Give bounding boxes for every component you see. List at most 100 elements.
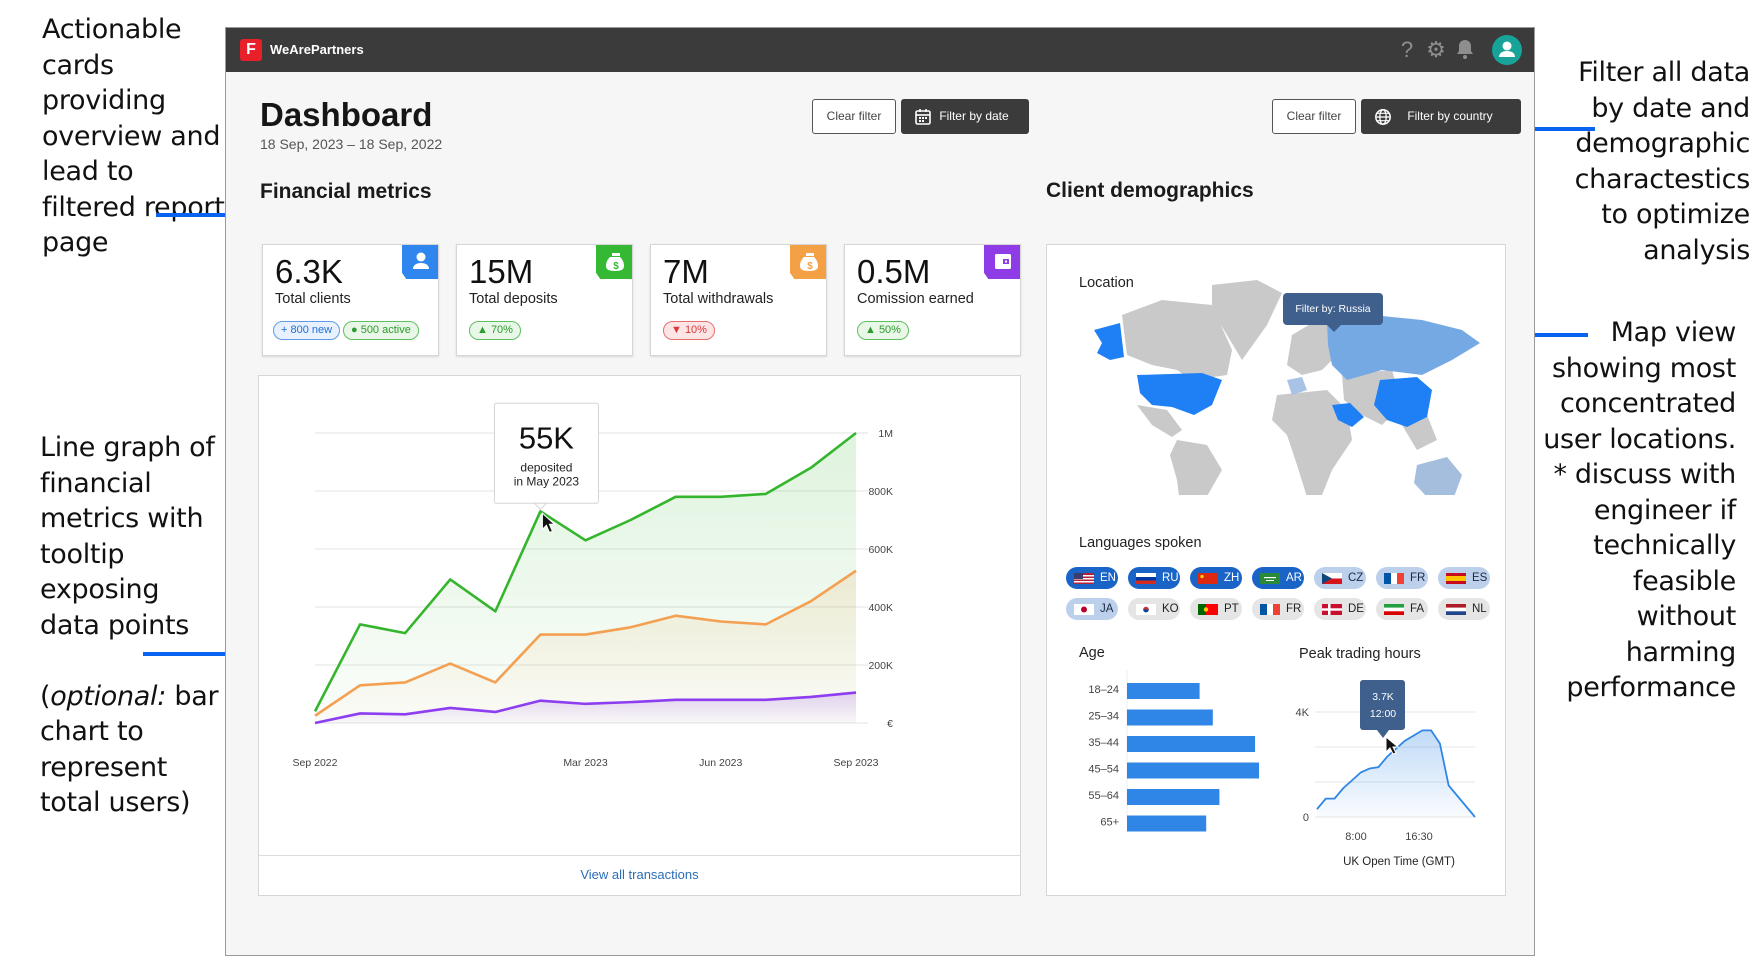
card-value: 6.3K bbox=[275, 253, 343, 290]
language-chip-cz[interactable]: CZ bbox=[1314, 567, 1366, 589]
tooltip-pointer bbox=[533, 502, 548, 511]
language-code: EN bbox=[1100, 572, 1116, 584]
brand-name: WeArePartners bbox=[270, 42, 364, 57]
data-point bbox=[445, 574, 455, 584]
data-point bbox=[851, 688, 861, 698]
tooltip-value: 55K bbox=[519, 420, 574, 455]
language-chip-fr[interactable]: FR bbox=[1252, 598, 1304, 620]
age-bar-35–44 bbox=[1127, 736, 1256, 752]
clear-date-filter-button[interactable]: Clear filter bbox=[812, 99, 896, 134]
age-category-label: 35–44 bbox=[1088, 737, 1119, 749]
data-point bbox=[806, 463, 816, 473]
flag-cz-icon bbox=[1322, 573, 1342, 584]
y-tick-label: 400K bbox=[868, 602, 893, 614]
flag-es-icon bbox=[1446, 573, 1466, 584]
language-chip-en[interactable]: EN bbox=[1066, 567, 1118, 589]
help-icon[interactable]: ? bbox=[1396, 38, 1418, 62]
data-point bbox=[400, 628, 410, 638]
world-map[interactable] bbox=[1082, 265, 1482, 495]
language-chip-de[interactable]: DE bbox=[1314, 598, 1366, 620]
language-code: NL bbox=[1472, 603, 1487, 615]
user-avatar[interactable] bbox=[1492, 35, 1522, 65]
clear-country-filter-button[interactable]: Clear filter bbox=[1272, 99, 1356, 134]
globe-icon bbox=[1375, 109, 1391, 125]
page-title: Dashboard bbox=[260, 96, 433, 133]
financial-line-chart[interactable]: €200K 400K 600K 800K 1M Sep 2022 Mar 2023 Jun 2… bbox=[259, 376, 1022, 856]
age-category-label: 25–34 bbox=[1088, 711, 1119, 723]
card-total-withdrawals[interactable]: 7M Total withdrawals $ ▼ 10% bbox=[650, 244, 827, 356]
data-point bbox=[626, 515, 636, 525]
language-chip-ko[interactable]: KO bbox=[1128, 598, 1180, 620]
data-point bbox=[761, 695, 771, 705]
gear-icon[interactable]: ⚙ bbox=[1425, 38, 1447, 62]
card-label: Comission earned bbox=[857, 291, 974, 307]
card-total-deposits[interactable]: 15M Total deposits $ ▲ 70% bbox=[456, 244, 633, 356]
data-point bbox=[806, 692, 816, 702]
card-label: Total clients bbox=[275, 291, 351, 307]
x-tick-label: Jun 2023 bbox=[699, 757, 742, 769]
card-value: 7M bbox=[663, 253, 709, 290]
flag-ko-icon bbox=[1136, 604, 1156, 615]
deposits-change-badge: ▲ 70% bbox=[469, 321, 521, 340]
language-chip-ja[interactable]: JA bbox=[1066, 598, 1118, 620]
language-code: RU bbox=[1162, 572, 1179, 584]
language-chip-es[interactable]: ES bbox=[1438, 567, 1490, 589]
app-window: F WeArePartners ? ⚙ Dashboard 18 Sep, 20… bbox=[225, 27, 1535, 956]
age-bar-45–54 bbox=[1127, 762, 1259, 779]
svg-text:$: $ bbox=[807, 261, 813, 272]
data-point bbox=[445, 659, 455, 669]
age-label: Age bbox=[1079, 645, 1105, 661]
language-chip-pt[interactable]: PT bbox=[1190, 598, 1242, 620]
filter-by-date-button[interactable]: Filter by date bbox=[901, 99, 1029, 134]
new-clients-badge[interactable]: + 800 new bbox=[273, 321, 341, 340]
data-point bbox=[761, 619, 771, 629]
card-commission-earned[interactable]: 0.5M Comission earned ▲ 50% bbox=[844, 244, 1021, 356]
top-bar: F WeArePartners ? ⚙ bbox=[226, 28, 1534, 72]
language-code: AR bbox=[1286, 572, 1302, 584]
data-point bbox=[851, 428, 861, 438]
x-tick-label: Sep 2022 bbox=[293, 757, 338, 769]
language-chip-ru[interactable]: RU bbox=[1128, 567, 1180, 589]
data-point bbox=[671, 695, 681, 705]
flag-zh-icon bbox=[1198, 573, 1218, 584]
language-chip-nl[interactable]: NL bbox=[1438, 598, 1490, 620]
brand-logo[interactable]: F bbox=[240, 39, 262, 61]
language-code: FA bbox=[1410, 603, 1425, 615]
card-label: Total deposits bbox=[469, 291, 558, 307]
data-point bbox=[400, 709, 410, 719]
filter-by-country-button[interactable]: Filter by country bbox=[1361, 99, 1521, 134]
flag-en-icon bbox=[1074, 573, 1094, 584]
data-point bbox=[535, 630, 545, 640]
view-all-transactions-link[interactable]: View all transactions bbox=[259, 855, 1020, 895]
data-point bbox=[671, 611, 681, 621]
annotation-chart-line1: Line graph of financial metrics with too… bbox=[40, 432, 215, 641]
language-chip-ar[interactable]: AR bbox=[1252, 567, 1304, 589]
svg-text:$: $ bbox=[613, 261, 619, 272]
language-chip-zh[interactable]: ZH bbox=[1190, 567, 1242, 589]
data-point bbox=[716, 492, 726, 502]
tooltip-line1: deposited bbox=[520, 460, 572, 474]
annotation-map: Map view showing most concentrated user … bbox=[1543, 317, 1736, 703]
flag-nl-icon bbox=[1446, 604, 1466, 615]
language-chip-fr[interactable]: FR bbox=[1376, 567, 1428, 589]
map-alaska bbox=[1094, 323, 1124, 360]
client-demographics-heading: Client demographics bbox=[1046, 179, 1254, 202]
calendar-icon bbox=[915, 109, 931, 125]
language-code: DE bbox=[1348, 603, 1364, 615]
card-total-clients[interactable]: 6.3K Total clients + 800 new ● 500 activ… bbox=[262, 244, 439, 356]
language-code: JA bbox=[1100, 603, 1114, 615]
tooltip-box bbox=[1360, 680, 1405, 730]
y-tick-label: € bbox=[887, 718, 893, 730]
language-code: KO bbox=[1162, 603, 1179, 615]
chart-tooltip: 55K depositedin May 2023 bbox=[493, 402, 599, 511]
money-bag-in-icon: $ bbox=[596, 245, 632, 279]
filter-by-country-label: Filter by country bbox=[1407, 109, 1493, 123]
data-point bbox=[581, 699, 591, 709]
user-icon bbox=[402, 245, 438, 279]
bell-icon[interactable] bbox=[1454, 38, 1476, 62]
tooltip-pointer bbox=[1377, 730, 1389, 738]
flag-ar-icon bbox=[1260, 573, 1280, 584]
map-mexico bbox=[1137, 405, 1182, 437]
active-clients-badge[interactable]: ● 500 active bbox=[343, 321, 419, 340]
language-chip-fa[interactable]: FA bbox=[1376, 598, 1428, 620]
